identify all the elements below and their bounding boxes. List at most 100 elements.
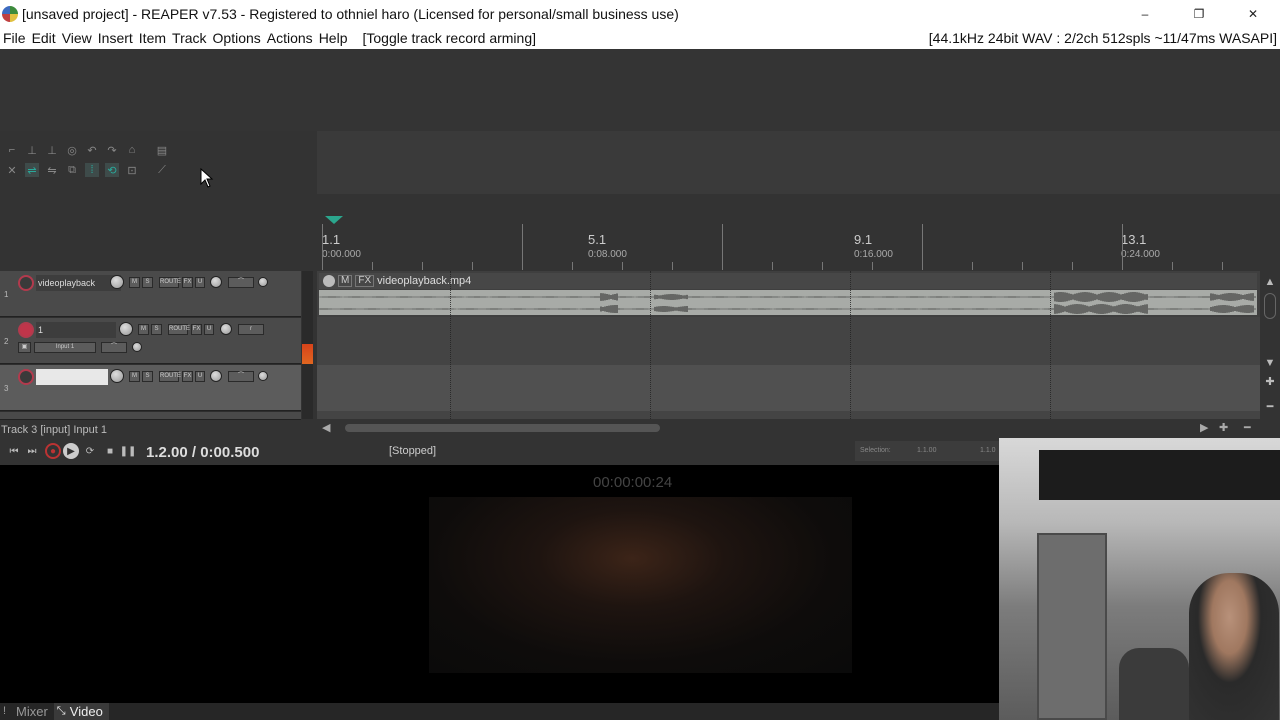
solo-button[interactable]: S bbox=[151, 324, 162, 335]
menu-options[interactable]: Options bbox=[210, 30, 264, 46]
zoom-out-horizontal-icon[interactable]: ━ bbox=[1244, 421, 1251, 435]
item-mute-tag[interactable]: M bbox=[338, 275, 353, 287]
time-display[interactable]: 1.2.00 / 0:00.500 bbox=[146, 444, 259, 461]
audio-device-status[interactable]: [44.1kHz 24bit WAV : 2/2ch 512spls ~11/4… bbox=[929, 30, 1277, 46]
volume-knob-icon[interactable] bbox=[119, 322, 133, 336]
loop-icon[interactable]: ⟲ bbox=[105, 163, 119, 177]
track-header-4-partial[interactable] bbox=[0, 412, 301, 420]
playhead-marker-icon[interactable] bbox=[325, 216, 343, 224]
snap-grid-icon[interactable]: ⁞ bbox=[85, 163, 99, 177]
vertical-scrollbar-thumb[interactable] bbox=[1264, 293, 1276, 319]
maximize-button[interactable]: ❐ bbox=[1172, 0, 1226, 27]
selection-end[interactable]: 1.1.0 bbox=[980, 447, 996, 454]
track-header-3[interactable]: 3 M S ROUTE FX U ⌒ bbox=[0, 365, 301, 411]
menu-file[interactable]: File bbox=[0, 30, 29, 46]
fx-button[interactable]: FX bbox=[182, 277, 193, 288]
volume-knob-icon[interactable] bbox=[110, 275, 124, 289]
track-name-field[interactable] bbox=[36, 369, 108, 385]
phase-knob-icon[interactable] bbox=[132, 342, 142, 352]
redo-icon[interactable]: ↷ bbox=[105, 143, 119, 157]
input-fx-button[interactable]: r bbox=[238, 324, 264, 335]
ripple-off-icon[interactable]: ✕ bbox=[5, 163, 19, 177]
zoom-in-vertical-icon[interactable]: ✚ bbox=[1264, 376, 1276, 388]
close-button[interactable]: ✕ bbox=[1226, 0, 1280, 27]
play-button[interactable]: ▶ bbox=[63, 443, 79, 459]
undo-icon[interactable]: ↶ bbox=[85, 143, 99, 157]
volume-knob-icon[interactable] bbox=[110, 369, 124, 383]
mute-button[interactable]: M bbox=[129, 277, 140, 288]
track-lane-3[interactable] bbox=[317, 365, 1260, 411]
stop-icon[interactable]: ■ bbox=[102, 443, 118, 459]
menu-item[interactable]: Item bbox=[136, 30, 169, 46]
video-window[interactable]: 00:00:00:24 bbox=[0, 465, 1000, 703]
monitor-icon[interactable]: ▣ bbox=[18, 342, 31, 353]
lock-icon[interactable]: ⊡ bbox=[125, 163, 139, 177]
menu-help[interactable]: Help bbox=[316, 30, 351, 46]
minimize-button[interactable]: – bbox=[1118, 0, 1172, 27]
record-arm-button[interactable] bbox=[18, 369, 34, 385]
timeline-ruler[interactable]: 1.1 0:00.000 5.1 0:08.000 9.1 0:16.000 1… bbox=[317, 214, 1280, 270]
repeat-icon[interactable]: ⟳ bbox=[82, 443, 98, 459]
phase-knob-icon[interactable] bbox=[258, 371, 268, 381]
menu-insert[interactable]: Insert bbox=[95, 30, 136, 46]
pan-knob-icon[interactable] bbox=[210, 370, 222, 382]
selection-display[interactable]: Selection: 1.1.00 1.1.0 bbox=[855, 441, 1000, 461]
mute-button[interactable]: M bbox=[129, 371, 140, 382]
go-to-start-icon[interactable]: ⏮ bbox=[6, 443, 22, 459]
scroll-up-icon[interactable]: ▲ bbox=[1264, 276, 1276, 288]
menu-edit[interactable]: Edit bbox=[29, 30, 59, 46]
automation-mode-button[interactable]: ⌒ bbox=[228, 371, 254, 382]
fx-button[interactable]: FX bbox=[191, 324, 202, 335]
toggle-grid-snap-icon[interactable]: ⌐ bbox=[5, 143, 19, 157]
menu-track[interactable]: Track bbox=[169, 30, 209, 46]
route-button[interactable]: ROUTE bbox=[159, 277, 181, 288]
automation-mode-button[interactable]: ⌒ bbox=[101, 342, 127, 353]
pan-knob-icon[interactable] bbox=[220, 323, 232, 335]
render-icon[interactable]: ⊥ bbox=[45, 143, 59, 157]
scroll-down-icon[interactable]: ▼ bbox=[1264, 357, 1276, 369]
tab-video[interactable]: ⤡ Video bbox=[53, 703, 109, 720]
pan-knob-icon[interactable] bbox=[210, 276, 222, 288]
track-header-2[interactable]: 2 1 M S ROUTE FX U r ▣ Input 1 ⌒ bbox=[0, 318, 301, 364]
item-fx-tag[interactable]: FX bbox=[355, 275, 375, 287]
go-to-end-icon[interactable]: ⏭ bbox=[24, 443, 40, 459]
arrange-view[interactable]: M FX videoplayback.mp4 bbox=[317, 271, 1260, 419]
record-button[interactable]: ● bbox=[45, 443, 61, 459]
pause-icon[interactable]: ❚❚ bbox=[120, 443, 137, 459]
zoom-in-horizontal-icon[interactable]: ✚ bbox=[1219, 421, 1228, 435]
route-button[interactable]: ROUTE bbox=[168, 324, 190, 335]
envelope-points-icon[interactable]: ⟋ bbox=[155, 163, 169, 177]
save-icon[interactable]: ⊥ bbox=[25, 143, 39, 157]
track-header-1[interactable]: 1 videoplayback M S ROUTE FX U ⌒ bbox=[0, 271, 301, 317]
input-select[interactable]: Input 1 bbox=[34, 342, 96, 353]
fx-bypass-button[interactable]: U bbox=[195, 371, 205, 382]
record-arm-button[interactable] bbox=[18, 275, 34, 291]
mute-button[interactable]: M bbox=[138, 324, 149, 335]
phase-knob-icon[interactable] bbox=[258, 277, 268, 287]
item-grouping-icon[interactable]: ⧉ bbox=[65, 163, 79, 177]
selection-start[interactable]: 1.1.00 bbox=[917, 447, 936, 454]
solo-button[interactable]: S bbox=[142, 371, 153, 382]
toolbar-overflow-icon[interactable]: ▤ bbox=[155, 143, 169, 157]
ripple-all-icon[interactable]: ⇋ bbox=[45, 163, 59, 177]
track-lane-2[interactable] bbox=[317, 318, 1260, 364]
fx-bypass-button[interactable]: U bbox=[204, 324, 214, 335]
item-lock-icon[interactable] bbox=[323, 275, 335, 287]
menu-view[interactable]: View bbox=[59, 30, 95, 46]
scroll-left-icon[interactable]: ◀ bbox=[322, 421, 330, 435]
automation-mode-button[interactable]: ⌒ bbox=[228, 277, 254, 288]
record-arm-button[interactable] bbox=[18, 322, 34, 338]
route-button[interactable]: ROUTE bbox=[159, 371, 181, 382]
track-name-field[interactable]: 1 bbox=[36, 322, 116, 338]
menu-actions[interactable]: Actions bbox=[264, 30, 316, 46]
fx-button[interactable]: FX bbox=[182, 371, 193, 382]
horizontal-scrollbar-thumb[interactable] bbox=[345, 424, 660, 432]
ripple-per-track-icon[interactable]: ⇌ bbox=[25, 163, 39, 177]
tab-mixer[interactable]: ! Mixer bbox=[0, 703, 54, 720]
metronome-icon[interactable]: ⌂ bbox=[125, 143, 139, 157]
fx-bypass-button[interactable]: U bbox=[195, 277, 205, 288]
media-item-header[interactable]: M FX videoplayback.mp4 bbox=[319, 273, 1257, 289]
zoom-out-vertical-icon[interactable]: ━ bbox=[1264, 401, 1276, 413]
track-name-field[interactable]: videoplayback bbox=[36, 275, 121, 291]
scroll-right-icon[interactable]: ▶ bbox=[1200, 421, 1208, 435]
